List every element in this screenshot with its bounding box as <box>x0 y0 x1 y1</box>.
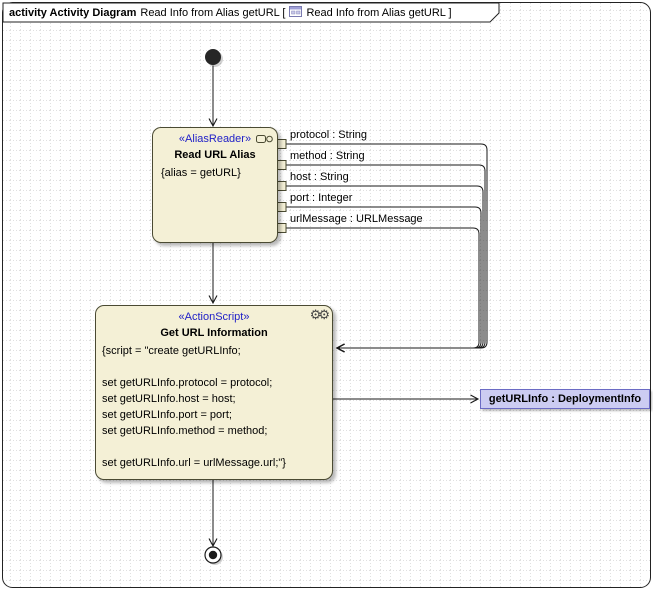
diagram-icon <box>289 6 302 20</box>
pin-label-protocol[interactable]: protocol : String <box>290 129 367 142</box>
pin-label-urlMessage[interactable]: urlMessage : URLMessage <box>290 213 423 226</box>
pin-label-port[interactable]: port : Integer <box>290 192 352 205</box>
output-pin-urlMessage[interactable] <box>277 224 286 233</box>
frame-header-name: Read Info from Alias getURL [ <box>140 7 285 19</box>
pin-label-host[interactable]: host : String <box>290 171 349 184</box>
gears-icon: ⚙⚙ <box>310 308 327 322</box>
grid-background <box>3 3 650 587</box>
output-pin-host[interactable] <box>277 182 286 191</box>
diagram-graphics <box>0 0 653 590</box>
script-stereotype: «ActionScript» <box>96 306 332 325</box>
initial-node[interactable] <box>205 49 221 65</box>
reader-icon <box>256 134 273 148</box>
output-pin-port[interactable] <box>277 203 286 212</box>
alias-title: Read URL Alias <box>153 147 277 163</box>
pin-label-method[interactable]: method : String <box>290 150 365 163</box>
frame-header: activity Activity Diagram Read Info from… <box>9 5 452 20</box>
action-read-url-alias[interactable]: «AliasReader» Read URL Alias {alias = ge… <box>152 127 278 243</box>
script-title: Get URL Information <box>96 325 332 341</box>
final-node-inner-circle <box>209 551 217 559</box>
frame-header-ref: Read Info from Alias getURL ] <box>306 7 451 19</box>
activity-diagram-canvas: activity Activity Diagram Read Info from… <box>0 0 653 590</box>
output-pin-protocol[interactable] <box>277 140 286 149</box>
script-body: {script = "create getURLInfo; set getURL… <box>96 341 332 473</box>
alias-body: {alias = getURL} <box>153 163 277 184</box>
action-get-url-information[interactable]: «ActionScript» Get URL Information {scri… <box>95 305 333 480</box>
object-node-getURLInfo[interactable]: getURLInfo : DeploymentInfo <box>480 389 650 409</box>
output-pin-method[interactable] <box>277 161 286 170</box>
frame-header-keyword: activity Activity Diagram <box>9 7 136 19</box>
